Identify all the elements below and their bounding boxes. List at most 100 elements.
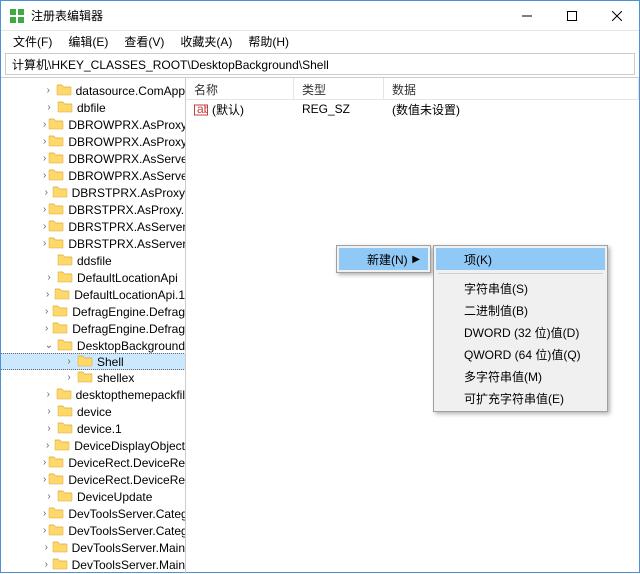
folder-icon <box>52 303 72 320</box>
col-data[interactable]: 数据 <box>384 78 639 99</box>
tree-item[interactable]: ⌄ DesktopBackground <box>1 337 185 354</box>
chevron-right-icon[interactable]: › <box>43 389 54 401</box>
tree-item[interactable]: ›DBROWPRX.AsServer <box>1 150 185 167</box>
menu-file[interactable]: 文件(F) <box>5 31 60 52</box>
chevron-right-icon[interactable]: › <box>43 423 55 435</box>
col-name[interactable]: 名称 <box>186 78 294 99</box>
list-panel[interactable]: 名称 类型 数据 ab(默认) REG_SZ (数值未设置) 新建(N) ▶ 项… <box>186 78 639 574</box>
close-button[interactable] <box>594 1 639 30</box>
tree-item[interactable]: › dbfile <box>1 99 185 116</box>
folder-icon <box>54 286 74 303</box>
chevron-right-icon[interactable]: › <box>43 85 54 97</box>
chevron-right-icon[interactable]: › <box>43 559 50 571</box>
chevron-right-icon[interactable]: › <box>43 457 46 469</box>
chevron-right-icon[interactable]: › <box>43 306 50 318</box>
folder-icon <box>48 150 68 167</box>
minimize-button[interactable] <box>504 1 549 30</box>
tree-label: device <box>77 405 112 419</box>
chevron-right-icon[interactable]: › <box>43 474 46 486</box>
chevron-right-icon[interactable]: › <box>63 356 75 368</box>
titlebar: 注册表编辑器 <box>1 1 639 31</box>
folder-icon <box>48 116 68 133</box>
chevron-right-icon[interactable]: › <box>43 221 46 233</box>
tree-item[interactable]: › DBRSTPRX.AsServer.1 <box>1 235 185 252</box>
chevron-right-icon[interactable]: › <box>43 406 55 418</box>
tree-label: dbfile <box>77 101 106 115</box>
chevron-right-icon[interactable]: › <box>43 323 50 335</box>
col-type[interactable]: 类型 <box>294 78 384 99</box>
tree-item[interactable]: ›DBROWPRX.AsServer <box>1 167 185 184</box>
ctx-item[interactable]: 多字符串值(M) <box>436 365 605 387</box>
menu-view[interactable]: 查看(V) <box>116 31 172 52</box>
chevron-right-icon[interactable]: › <box>43 272 55 284</box>
menu-edit[interactable]: 编辑(E) <box>60 31 116 52</box>
maximize-button[interactable] <box>549 1 594 30</box>
menu-fav[interactable]: 收藏夹(A) <box>172 31 240 52</box>
tree-item[interactable]: ›DevToolsServer.Main <box>1 556 185 573</box>
chevron-right-icon[interactable]: › <box>43 440 52 452</box>
tree-item[interactable]: ›Shell <box>1 353 186 370</box>
tree-label: ddsfile <box>77 254 112 268</box>
tree-item[interactable]: ›DefragEngine.Defrag <box>1 320 185 337</box>
ctx-new-label: 新建(N) <box>367 251 408 268</box>
tree-item[interactable]: ›DBRSTPRX.AsProxy.1 <box>1 201 185 218</box>
tree-item[interactable]: ›datasource.ComApp <box>1 82 185 99</box>
tree-item[interactable]: ›DBROWPRX.AsProxy <box>1 116 185 133</box>
chevron-right-icon[interactable]: › <box>43 491 55 503</box>
ctx-item[interactable]: 字符串值(S) <box>436 277 605 299</box>
ctx-item[interactable]: 项(K) <box>436 248 605 270</box>
tree-item[interactable]: ›DeviceRect.DeviceRec <box>1 471 185 488</box>
tree-item[interactable]: ›DeviceDisplayObject <box>1 437 185 454</box>
ctx-item[interactable]: QWORD (64 位)值(Q) <box>436 343 605 365</box>
list-row[interactable]: ab(默认) REG_SZ (数值未设置) <box>186 100 639 118</box>
tree-item[interactable]: ›shellex <box>1 369 185 386</box>
chevron-right-icon[interactable]: › <box>63 372 75 384</box>
tree-item[interactable]: ›DevToolsServer.Categ <box>1 522 185 539</box>
chevron-right-icon[interactable]: › <box>43 238 46 250</box>
chevron-right-icon[interactable]: › <box>43 170 46 182</box>
tree-item[interactable]: › device.1 <box>1 420 185 437</box>
chevron-right-icon[interactable]: › <box>43 102 55 114</box>
tree-label: DeviceUpdate <box>77 490 152 504</box>
chevron-right-icon[interactable]: › <box>43 508 46 520</box>
tree-item[interactable]: ddsfile <box>1 252 185 269</box>
tree-item[interactable]: ›DevToolsServer.Main <box>1 539 185 556</box>
tree-item[interactable]: ›DefaultLocationApi.1 <box>1 286 185 303</box>
folder-icon <box>77 353 97 370</box>
chevron-right-icon[interactable]: › <box>43 119 46 131</box>
ctx-item[interactable]: DWORD (32 位)值(D) <box>436 321 605 343</box>
tree-label: device.1 <box>77 422 122 436</box>
tree-item[interactable]: ›DBRSTPRX.AsServer <box>1 218 185 235</box>
chevron-right-icon[interactable]: › <box>43 289 52 301</box>
chevron-right-icon[interactable] <box>43 255 55 267</box>
context-submenu: 项(K) 字符串值(S)二进制值(B)DWORD (32 位)值(D)QWORD … <box>433 245 608 412</box>
tree-label: DBRSTPRX.AsServer.1 <box>68 237 186 251</box>
tree-item[interactable]: › DeviceUpdate <box>1 488 185 505</box>
address-text: 计算机\HKEY_CLASSES_ROOT\DesktopBackground\… <box>12 56 329 73</box>
chevron-down-icon[interactable]: ⌄ <box>43 340 55 352</box>
ctx-new[interactable]: 新建(N) ▶ <box>339 248 428 270</box>
folder-icon <box>77 369 97 386</box>
chevron-right-icon[interactable]: › <box>43 204 46 216</box>
tree-panel[interactable]: ›datasource.ComApp›dbfile›DBROWPRX.AsPro… <box>1 78 186 574</box>
folder-icon <box>57 252 77 269</box>
menu-help[interactable]: 帮助(H) <box>240 31 297 52</box>
chevron-right-icon[interactable]: › <box>43 525 46 537</box>
ctx-item[interactable]: 可扩充字符串值(E) <box>436 387 605 409</box>
tree-item[interactable]: ›DBRSTPRX.AsProxy <box>1 184 185 201</box>
tree-item[interactable]: › device <box>1 403 185 420</box>
tree-item[interactable]: ›DevToolsServer.Categ <box>1 505 185 522</box>
folder-icon <box>48 218 68 235</box>
tree-label: DesktopBackground <box>77 339 185 353</box>
tree-item[interactable]: ›DefragEngine.Defrag <box>1 303 185 320</box>
chevron-right-icon[interactable]: › <box>43 153 46 165</box>
chevron-right-icon[interactable]: › <box>43 136 46 148</box>
tree-item[interactable]: ›desktopthemepackfil <box>1 386 185 403</box>
tree-item[interactable]: ›DBROWPRX.AsProxy. <box>1 133 185 150</box>
tree-item[interactable]: ›DefaultLocationApi <box>1 269 185 286</box>
tree-item[interactable]: ›DeviceRect.DeviceRec <box>1 454 185 471</box>
chevron-right-icon[interactable]: › <box>43 187 50 199</box>
address-bar[interactable]: 计算机\HKEY_CLASSES_ROOT\DesktopBackground\… <box>5 53 635 75</box>
ctx-item[interactable]: 二进制值(B) <box>436 299 605 321</box>
chevron-right-icon[interactable]: › <box>43 542 50 554</box>
